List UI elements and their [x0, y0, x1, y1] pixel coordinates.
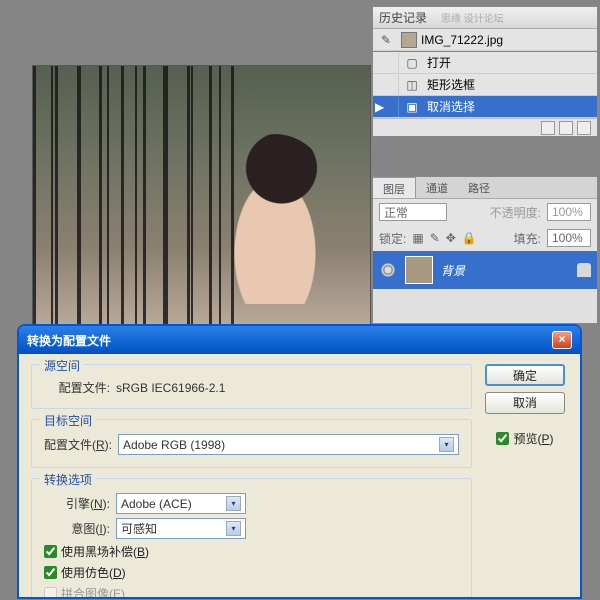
dest-profile-select[interactable]: Adobe RGB (1998)▾: [118, 434, 459, 455]
layer-name: 背景: [441, 262, 465, 279]
tab-layers[interactable]: 图层: [373, 177, 416, 198]
convert-profile-dialog: 转换为配置文件 × 源空间 配置文件: sRGB IEC61966-2.1 目标…: [17, 324, 582, 599]
open-icon: ▢: [403, 54, 421, 72]
lock-all-icon[interactable]: 🔒: [462, 231, 477, 245]
blackpoint-checkbox[interactable]: [44, 545, 57, 558]
image-canvas[interactable]: [32, 65, 371, 325]
lock-move-icon[interactable]: ✥: [446, 231, 456, 245]
blend-mode-select[interactable]: 正常: [379, 203, 447, 221]
chevron-down-icon: ▾: [439, 437, 454, 452]
history-step-selected[interactable]: ▶ ▣ 取消选择: [373, 96, 597, 118]
preview-checkbox[interactable]: [496, 432, 509, 445]
ok-button[interactable]: 确定: [485, 364, 565, 386]
chevron-down-icon: ▾: [226, 521, 241, 536]
intent-select[interactable]: 可感知▾: [116, 518, 246, 539]
marquee-icon: ◫: [403, 76, 421, 94]
file-name: IMG_71222.jpg: [421, 33, 503, 47]
history-source-row[interactable]: ✎ IMG_71222.jpg: [373, 29, 597, 51]
history-tab[interactable]: 历史记录: [379, 9, 427, 26]
trash-icon[interactable]: [577, 121, 591, 135]
dialog-title: 转换为配置文件: [27, 332, 111, 349]
lock-pixels-icon[interactable]: ▦: [412, 231, 423, 245]
layer-thumbnail: [405, 256, 433, 284]
panel-tabs: 图层 通道 路径: [373, 177, 597, 199]
layer-row[interactable]: 背景: [373, 251, 597, 289]
layers-panel: 图层 通道 路径 正常 不透明度: 100% 锁定: ▦ ✎ ✥ 🔒 填充: 1…: [372, 176, 598, 324]
pointer-icon: ▶: [375, 100, 384, 114]
tab-channels[interactable]: 通道: [416, 177, 458, 198]
flatten-checkbox: [44, 587, 57, 599]
panel-header[interactable]: 历史记录 思缘 设计论坛: [373, 7, 597, 29]
brush-icon: ✎: [377, 31, 395, 49]
dither-checkbox[interactable]: [44, 566, 57, 579]
convert-options-group: 转换选项 引擎(N): Adobe (ACE)▾ 意图(I): 可感知▾ 使用黑…: [31, 478, 472, 599]
dest-space-group: 目标空间 配置文件(R): Adobe RGB (1998)▾: [31, 419, 472, 468]
cancel-button[interactable]: 取消: [485, 392, 565, 414]
history-footer: [373, 118, 597, 136]
layers-footer: [373, 289, 597, 323]
source-space-group: 源空间 配置文件: sRGB IEC61966-2.1: [31, 364, 472, 409]
engine-select[interactable]: Adobe (ACE)▾: [116, 493, 246, 514]
opacity-input[interactable]: 100%: [547, 203, 591, 221]
chevron-down-icon: ▾: [226, 496, 241, 511]
snapshot-icon[interactable]: [541, 121, 555, 135]
fill-input[interactable]: 100%: [547, 229, 591, 247]
history-step[interactable]: ▢ 打开: [373, 52, 597, 74]
thumbnail: [401, 32, 417, 48]
history-panel: 历史记录 思缘 设计论坛 ✎ IMG_71222.jpg ▢ 打开 ◫ 矩形选框…: [372, 6, 598, 137]
history-step[interactable]: ◫ 矩形选框: [373, 74, 597, 96]
lock-icon: [577, 263, 591, 277]
lock-brush-icon[interactable]: ✎: [430, 231, 440, 245]
close-button[interactable]: ×: [552, 331, 572, 349]
source-profile: sRGB IEC61966-2.1: [116, 381, 225, 395]
deselect-icon: ▣: [403, 98, 421, 116]
new-doc-icon[interactable]: [559, 121, 573, 135]
dialog-titlebar[interactable]: 转换为配置文件 ×: [19, 326, 580, 354]
visibility-icon[interactable]: [379, 261, 397, 279]
tab-paths[interactable]: 路径: [458, 177, 500, 198]
